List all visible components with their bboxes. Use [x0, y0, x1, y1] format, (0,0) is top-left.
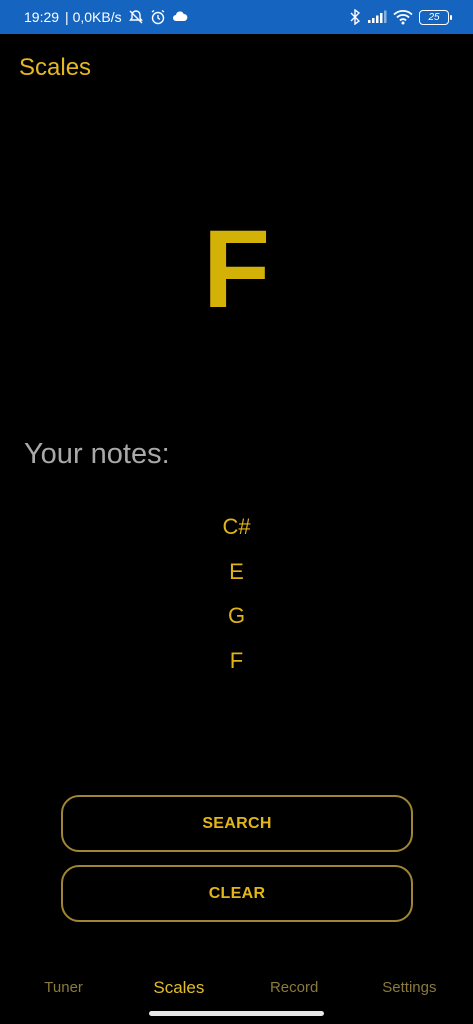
notes-list: C# E G F: [0, 510, 473, 688]
battery-level: 25: [428, 11, 440, 23]
page-title: Scales: [19, 54, 92, 81]
list-item: E: [229, 558, 244, 584]
signal-icon: [367, 10, 387, 24]
status-time: 19:29: [24, 9, 60, 25]
status-bar: 19:29 | 0,0KB/s 25: [0, 0, 473, 34]
wifi-icon: [393, 9, 413, 25]
search-button[interactable]: SEARCH: [61, 795, 413, 852]
list-item: G: [227, 603, 246, 629]
notes-label: Your notes:: [24, 438, 170, 470]
alarm-icon: [150, 9, 166, 25]
bluetooth-icon: [349, 9, 361, 25]
clear-button[interactable]: CLEAR: [61, 865, 413, 922]
list-item: F: [229, 647, 244, 673]
bottom-nav: Tuner Scales Record Settings: [0, 965, 473, 1010]
tab-settings[interactable]: Settings: [352, 979, 467, 996]
detected-note: F: [202, 208, 271, 331]
cloud-icon: [172, 9, 188, 25]
status-network-speed: | 0,0KB/s: [65, 9, 122, 25]
list-item: C#: [222, 514, 251, 539]
muted-bell-icon: [128, 9, 144, 25]
battery-icon: 25: [419, 9, 452, 25]
tab-tuner[interactable]: Tuner: [6, 979, 121, 996]
tab-scales[interactable]: Scales: [121, 978, 236, 998]
status-right: 25: [349, 9, 452, 25]
tab-record[interactable]: Record: [237, 979, 352, 996]
status-left: 19:29 | 0,0KB/s: [24, 9, 188, 25]
home-indicator[interactable]: [149, 1011, 324, 1016]
